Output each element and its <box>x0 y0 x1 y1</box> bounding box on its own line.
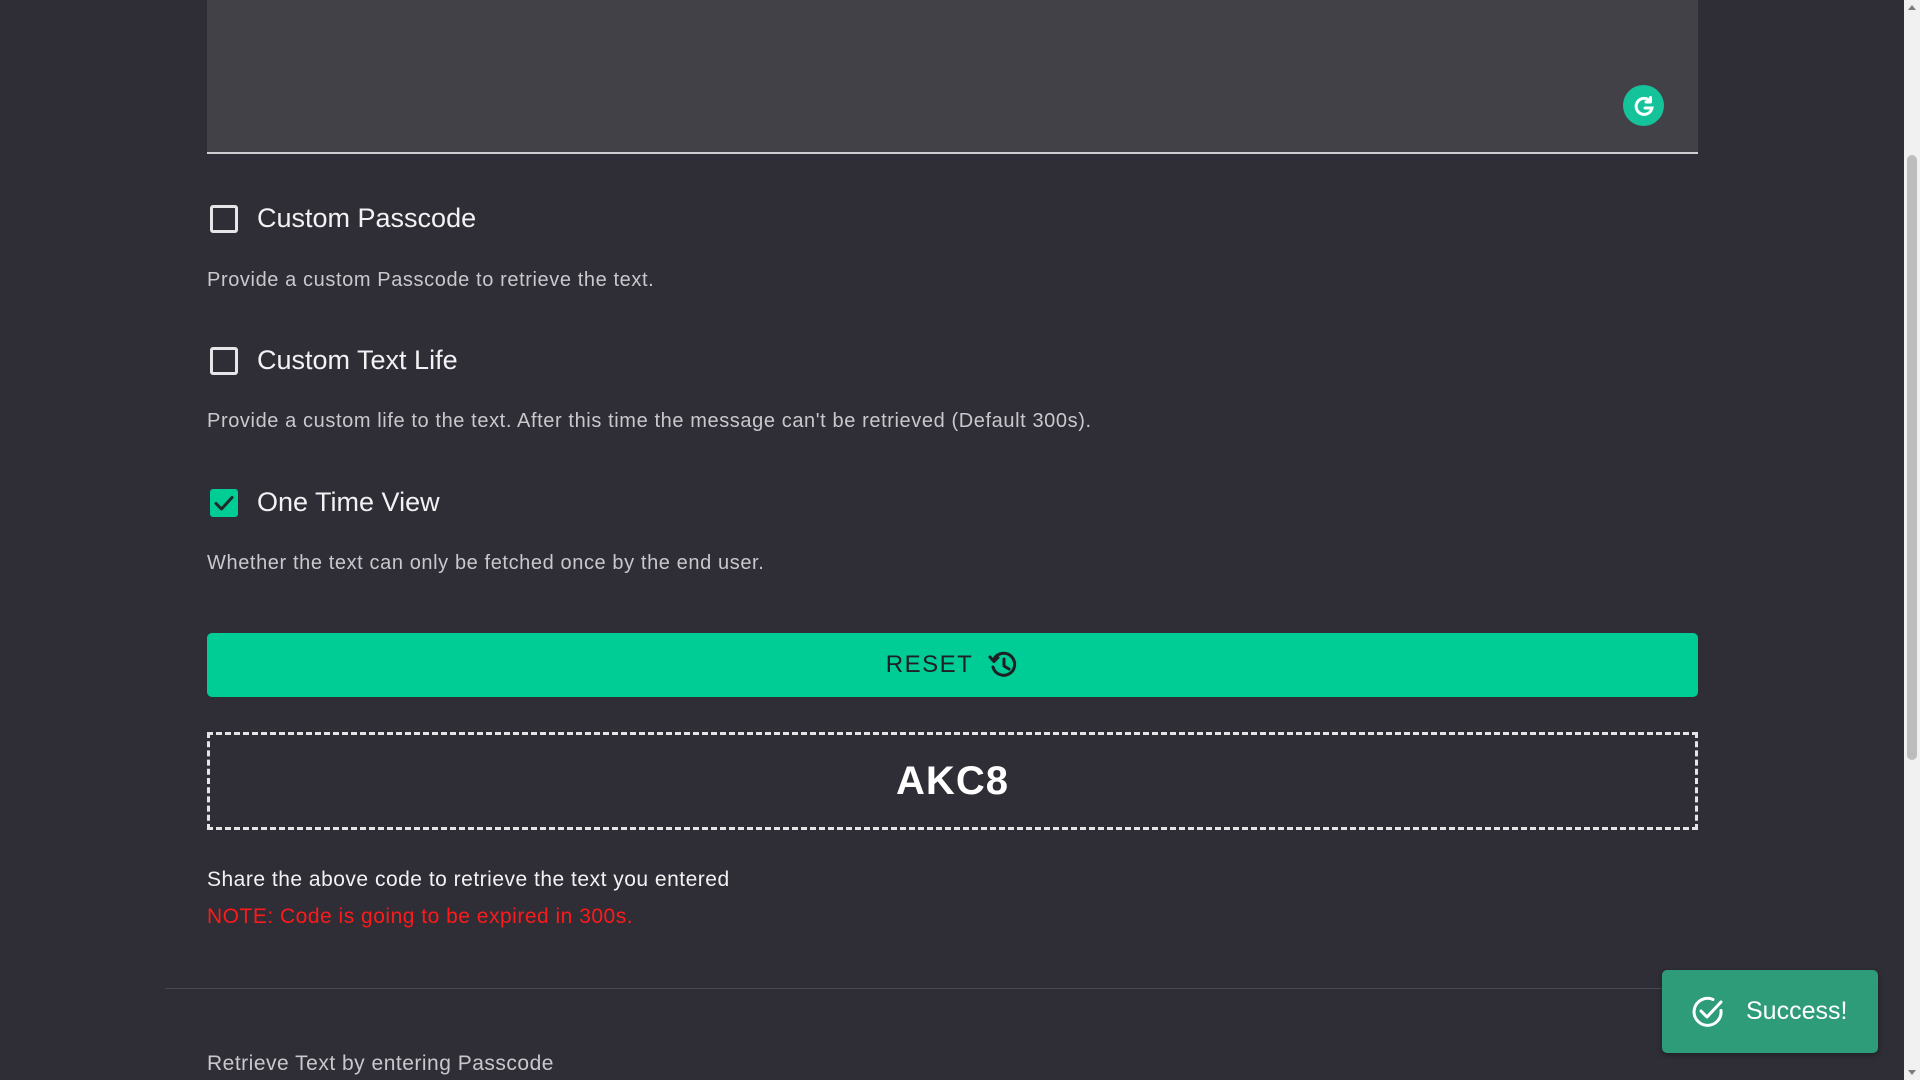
expiry-note: NOTE: Code is going to be expired in 300… <box>207 905 634 928</box>
custom-passcode-label: Custom Passcode <box>257 203 477 233</box>
one-time-view-label: One Time View <box>257 487 440 517</box>
option-custom-text-life[interactable]: Custom Text Life <box>207 345 458 376</box>
checkmark-icon <box>214 495 234 510</box>
custom-text-life-description: Provide a custom life to the text. After… <box>207 410 1092 432</box>
one-time-view-description: Whether the text can only be fetched onc… <box>207 552 765 574</box>
option-one-time-view[interactable]: One Time View <box>207 487 440 518</box>
scroll-down-arrow[interactable] <box>1908 1070 1916 1075</box>
custom-passcode-checkbox[interactable] <box>210 204 238 233</box>
retrieve-section-title: Retrieve Text by entering Passcode <box>207 1052 554 1075</box>
toast-message: Success! <box>1746 997 1848 1025</box>
passcode-value: AKC8 <box>896 758 1009 803</box>
custom-passcode-description: Provide a custom Passcode to retrieve th… <box>207 269 655 291</box>
check-circle-icon <box>1690 994 1726 1030</box>
reset-button-label: RESET <box>885 651 974 678</box>
option-custom-passcode[interactable]: Custom Passcode <box>207 203 476 234</box>
passcode-display: AKC8 <box>207 732 1698 830</box>
custom-text-life-label: Custom Text Life <box>257 345 458 375</box>
reset-button[interactable]: RESET <box>207 633 1698 697</box>
history-icon <box>988 651 1017 677</box>
page-scrollbar[interactable] <box>1904 0 1920 1080</box>
one-time-view-checkbox[interactable] <box>210 488 238 517</box>
page: Custom Passcode Provide a custom Passcod… <box>0 0 1920 1080</box>
success-toast[interactable]: Success! <box>1662 970 1878 1053</box>
grammarly-icon[interactable] <box>1623 85 1664 126</box>
section-divider <box>165 988 1700 989</box>
share-instruction: Share the above code to retrieve the tex… <box>207 868 730 891</box>
scroll-up-arrow[interactable] <box>1908 5 1916 10</box>
custom-text-life-checkbox[interactable] <box>210 346 238 375</box>
text-input-area[interactable] <box>207 0 1698 154</box>
scroll-thumb[interactable] <box>1907 155 1917 760</box>
